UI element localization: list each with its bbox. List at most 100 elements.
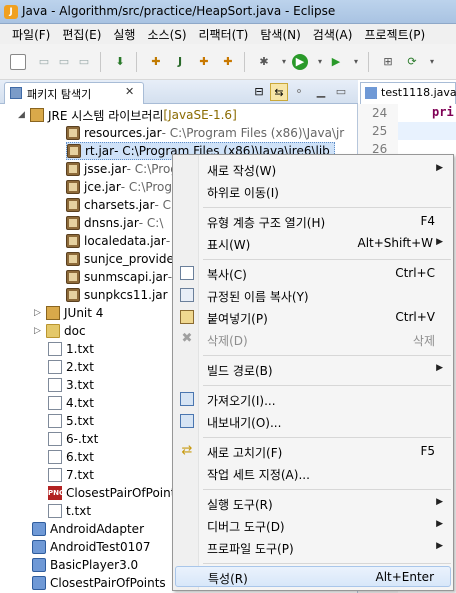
menu-item-label: 프로파일 도구(P) xyxy=(207,542,294,556)
tree-item-label: sunjce_provider xyxy=(84,252,179,266)
menu-item-label: 표시(W) xyxy=(207,238,251,252)
text-file-icon xyxy=(48,378,62,392)
menu-item-assign-working-sets[interactable]: 작업 세트 지정(A)... xyxy=(175,463,451,484)
search-dropdown-icon[interactable]: ▾ xyxy=(424,54,440,70)
current-line-highlight xyxy=(398,122,456,140)
menu-item-export[interactable]: 내보내기(O)... xyxy=(175,411,451,432)
download-icon[interactable]: ⬇ xyxy=(112,54,128,70)
debug-icon[interactable]: ✱ xyxy=(256,54,272,70)
java-file-icon xyxy=(365,87,377,99)
tree-item-jar[interactable]: jce.jar - C:\Prog xyxy=(66,178,172,196)
menu-item-open-type-hierarchy[interactable]: 유형 계층 구조 열기(H) F4 xyxy=(175,211,451,232)
tree-item-file[interactable]: 6-.txt xyxy=(48,430,98,448)
menu-item-go-into[interactable]: 하위로 이동(I) xyxy=(175,181,451,202)
tree-item-file[interactable]: PNG ClosestPairOfPoints xyxy=(48,484,182,502)
tree-item-file[interactable]: 4.txt xyxy=(48,394,94,412)
search-icon[interactable]: ⟳ xyxy=(404,54,420,70)
package-explorer-header: 패키지 탐색기 ✕ ⊟ ⇆ ⚬ ▁ ▭ xyxy=(0,80,358,104)
run-dropdown-icon[interactable]: ▾ xyxy=(312,54,328,70)
menu-item-copy[interactable]: 복사(C) Ctrl+C xyxy=(175,263,451,284)
text-file-icon xyxy=(48,468,62,482)
debug-dropdown-icon[interactable]: ▾ xyxy=(276,54,292,70)
tree-item-file[interactable]: 1.txt xyxy=(48,340,94,358)
tree-item-jar[interactable]: jsse.jar - C:\Prog xyxy=(66,160,178,178)
tree-item-folder[interactable]: ▷ doc xyxy=(34,322,86,340)
collapsed-arrow-icon[interactable]: ▷ xyxy=(34,326,44,336)
menu-item-run-as[interactable]: 실행 도구(R) ▶ xyxy=(175,493,451,514)
tree-item-jar[interactable]: localedata.jar - C xyxy=(66,232,182,250)
jar-icon xyxy=(67,144,81,158)
menu-separator xyxy=(203,563,451,564)
tree-item-file[interactable]: 2.txt xyxy=(48,358,94,376)
new-java-project-icon[interactable]: ✚ xyxy=(148,54,164,70)
menu-item-properties[interactable]: 특성(R) Alt+Enter xyxy=(175,566,451,587)
tree-item-jar[interactable]: dnsns.jar - C:\ xyxy=(66,214,163,232)
collapsed-arrow-icon[interactable]: ▷ xyxy=(34,308,44,318)
tree-item-project[interactable]: BasicPlayer3.0 xyxy=(32,556,138,574)
menu-edit[interactable]: 편집(E) xyxy=(56,26,107,43)
menu-source[interactable]: 소스(S) xyxy=(141,26,192,43)
menu-item-copy-qualified-name[interactable]: 규정된 이름 복사(Y) xyxy=(175,285,451,306)
main-toolbar: ▭ ▭ ▭ ⬇ ✚ J ✚ ✚ ✱ ▾ ▶ ▾ ▶ ▾ ⊞ ⟳ ▾ xyxy=(0,44,456,80)
project-icon xyxy=(32,576,46,590)
new-wizard-icon[interactable] xyxy=(10,54,26,70)
tab-package-explorer[interactable]: 패키지 탐색기 ✕ xyxy=(4,82,144,104)
tree-item-label: 1.txt xyxy=(66,342,94,356)
new-package-icon[interactable]: ✚ xyxy=(196,54,212,70)
external-tools-icon[interactable]: ▶ xyxy=(328,54,344,70)
tree-item-file[interactable]: t.txt xyxy=(48,502,91,520)
jar-icon xyxy=(66,288,80,302)
save-icon[interactable]: ▭ xyxy=(36,54,52,70)
menu-search[interactable]: 검색(A) xyxy=(307,26,359,43)
tree-item-file[interactable]: 7.txt xyxy=(48,466,94,484)
menu-navigate[interactable]: 탐색(N) xyxy=(254,26,306,43)
open-perspective-icon[interactable]: ⊞ xyxy=(380,54,396,70)
tree-item-jar[interactable]: sunmscapi.jar - xyxy=(66,268,172,286)
menu-item-paste[interactable]: 붙여넣기(P) Ctrl+V xyxy=(175,307,451,328)
run-icon[interactable]: ▶ xyxy=(292,54,308,70)
close-icon[interactable]: ✕ xyxy=(125,85,134,98)
tree-item-file[interactable]: 5.txt xyxy=(48,412,94,430)
tree-item-jar[interactable]: resources.jar - C:\Program Files (x86)\J… xyxy=(66,124,344,142)
expanded-arrow-icon[interactable]: ◢ xyxy=(18,110,28,120)
tree-item-jar[interactable]: charsets.jar - C xyxy=(66,196,171,214)
menu-project[interactable]: 프로젝트(P) xyxy=(358,26,431,43)
menu-item-profile-as[interactable]: 프로파일 도구(P) ▶ xyxy=(175,537,451,558)
minimize-icon[interactable]: ▁ xyxy=(312,83,330,101)
link-with-editor-icon[interactable]: ⇆ xyxy=(270,83,288,101)
tree-item-jar[interactable]: sunjce_provider xyxy=(66,250,179,268)
tree-item-jre-library[interactable]: ◢ JRE 시스템 라이브러리 [JavaSE-1.6] xyxy=(18,106,237,124)
new-class-icon[interactable]: ✚ xyxy=(220,54,236,70)
tree-item-jar[interactable]: sunpkcs11.jar xyxy=(66,286,168,304)
external-tools-dropdown-icon[interactable]: ▾ xyxy=(348,54,364,70)
code-text[interactable]: pri xyxy=(432,105,454,119)
tree-item-file[interactable]: 3.txt xyxy=(48,376,94,394)
save-all-icon[interactable]: ▭ xyxy=(56,54,72,70)
menu-item-import[interactable]: 가져오기(I)... xyxy=(175,389,451,410)
context-menu: 새로 작성(W) ▶ 하위로 이동(I) 유형 계층 구조 열기(H) F4 표… xyxy=(172,154,454,591)
new-junit-icon[interactable]: J xyxy=(172,54,188,70)
menu-item-delete[interactable]: ✖ 삭제(D) 삭제 xyxy=(175,329,451,350)
menu-item-refresh[interactable]: ⇄ 새로 고치기(F) F5 xyxy=(175,441,451,462)
tree-item-project[interactable]: ClosestPairOfPoints xyxy=(32,574,166,592)
tree-item-project[interactable]: AndroidAdapter xyxy=(32,520,144,538)
menu-item-debug-as[interactable]: 디버그 도구(D) ▶ xyxy=(175,515,451,536)
menu-file[interactable]: 파일(F) xyxy=(6,26,56,43)
menu-item-label: 하위로 이동(I) xyxy=(207,186,279,200)
collapse-all-icon[interactable]: ⊟ xyxy=(250,83,268,101)
tree-item-project[interactable]: AndroidTest0107 xyxy=(32,538,151,556)
menu-item-new[interactable]: 새로 작성(W) ▶ xyxy=(175,159,451,180)
tab-editor[interactable]: test1118.java xyxy=(360,82,456,104)
view-menu-icon[interactable]: ⚬ xyxy=(290,83,308,101)
menu-item-build-path[interactable]: 빌드 경로(B) ▶ xyxy=(175,359,451,380)
menu-separator xyxy=(203,385,451,386)
tree-item-file[interactable]: 6.txt xyxy=(48,448,94,466)
menu-item-show-in[interactable]: 표시(W) Alt+Shift+W ▶ xyxy=(175,233,451,254)
folder-icon xyxy=(46,324,60,338)
maximize-icon[interactable]: ▭ xyxy=(332,83,350,101)
print-icon[interactable]: ▭ xyxy=(76,54,92,70)
tree-item-label: AndroidTest0107 xyxy=(50,540,151,554)
menu-run[interactable]: 실행 xyxy=(107,26,141,43)
menu-refactor[interactable]: 리팩터(T) xyxy=(193,26,255,43)
tree-item-junit-library[interactable]: ▷ JUnit 4 xyxy=(34,304,103,322)
